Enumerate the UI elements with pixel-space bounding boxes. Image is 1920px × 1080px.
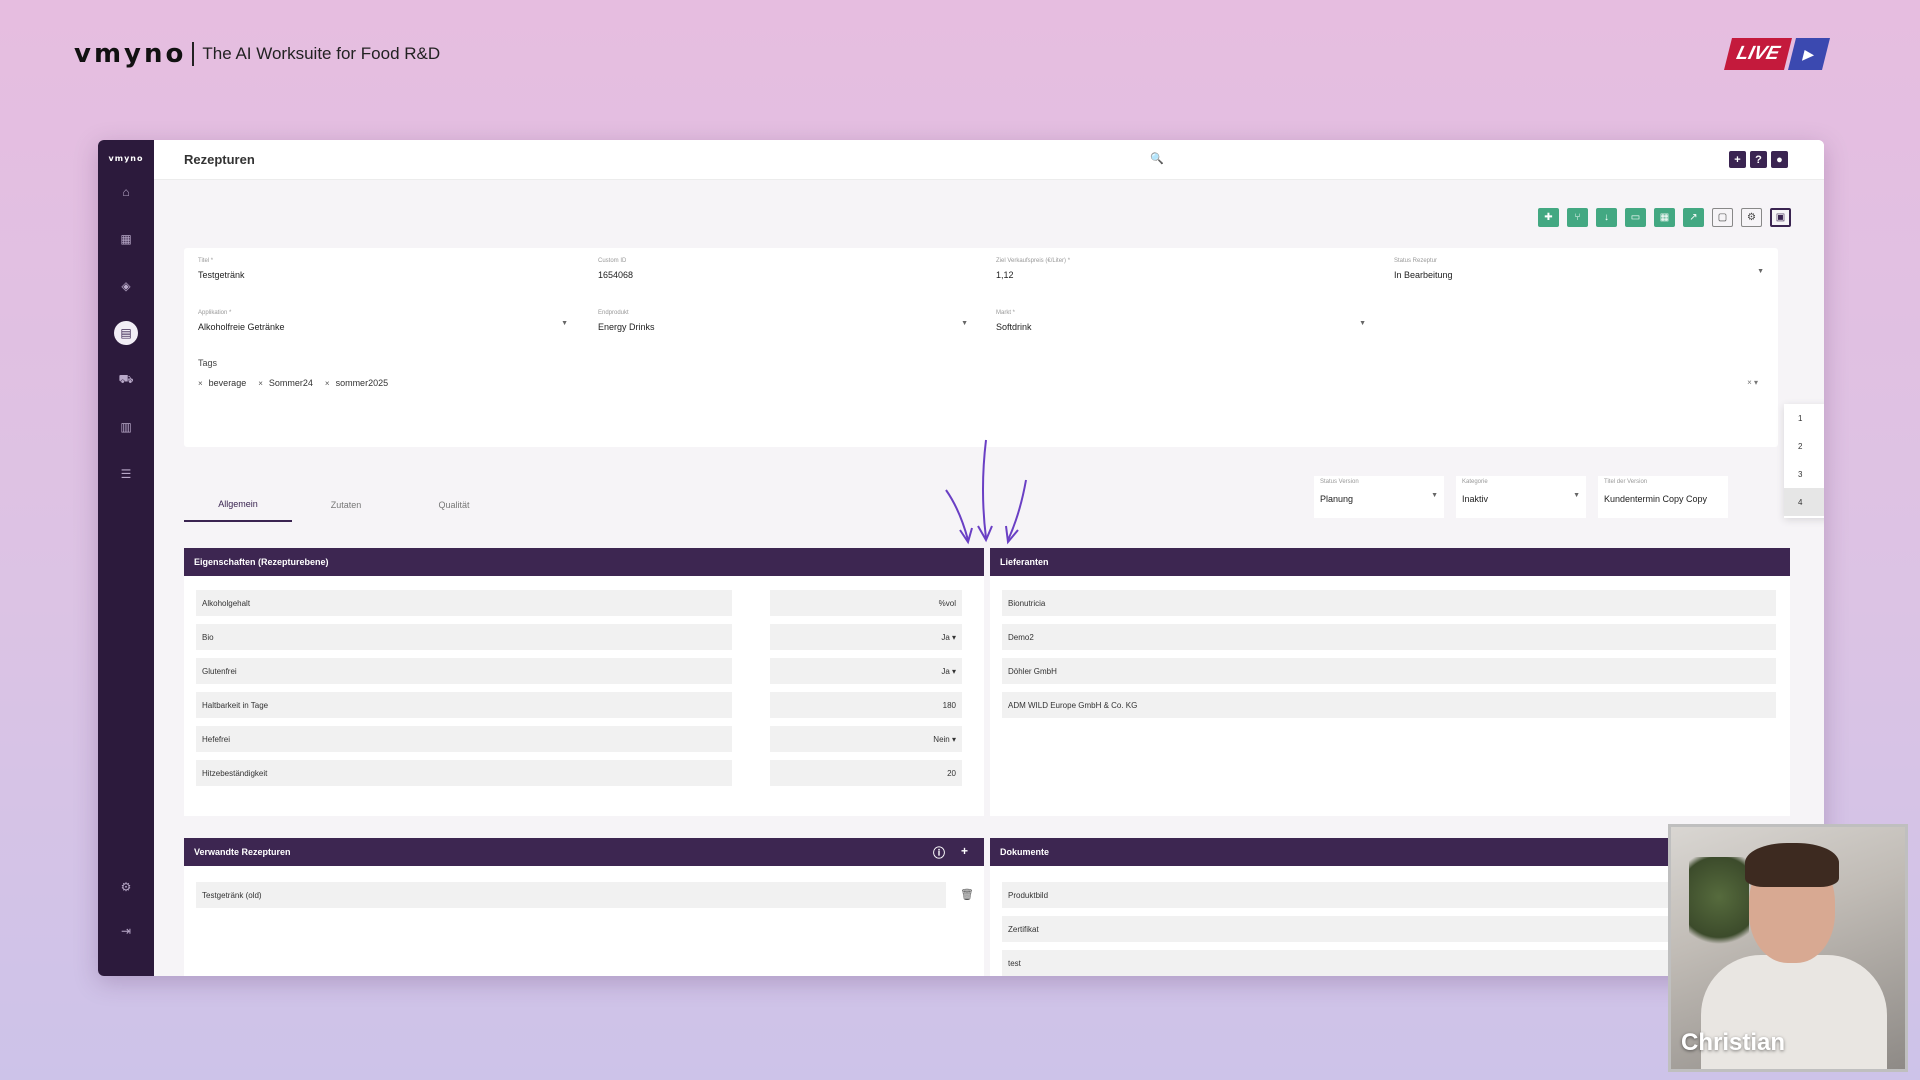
- presenter-hair: [1745, 843, 1839, 887]
- chevron-down-icon: ▼: [1359, 320, 1366, 327]
- add-icon[interactable]: +: [961, 844, 968, 861]
- download-icon[interactable]: ↓: [1596, 208, 1617, 227]
- page-title: Rezepturen: [184, 152, 255, 167]
- top-actions: + ? ●: [1729, 151, 1788, 168]
- chevron-down-icon: ▼: [1757, 268, 1764, 275]
- play-icon: ▶: [1788, 38, 1830, 70]
- layers-icon[interactable]: ◈: [114, 274, 138, 298]
- related-recipes-header: Verwandte Rezepturen ⓘ +: [184, 838, 984, 866]
- brand-header: vmyno The AI Worksuite for Food R&D: [74, 39, 441, 69]
- related-recipes-title: Verwandte Rezepturen: [194, 847, 291, 857]
- chevron-down-icon: ▼: [561, 320, 568, 327]
- supplier-item[interactable]: ADM WILD Europe GmbH & Co. KG: [1002, 692, 1776, 718]
- plant-decoration: [1689, 857, 1749, 957]
- live-badge: LIVE ▶: [1724, 38, 1830, 70]
- document-icon[interactable]: ▭: [1625, 208, 1646, 227]
- supplier-item[interactable]: Bionutricia: [1002, 590, 1776, 616]
- suppliers-panel: Lieferanten Bionutricia Demo2 Döhler Gmb…: [990, 548, 1790, 816]
- ai-add-icon[interactable]: ✚: [1538, 208, 1559, 227]
- app-window: vmyno ⌂ ▦ ◈ ▤ ⛟ ▥ ☰ ⚙ ⇥ Rezepturen 🔍 + ?…: [98, 140, 1824, 976]
- recipe-tabs: Allgemein Zutaten Qualität: [184, 488, 508, 522]
- search-list-icon[interactable]: ☰: [114, 462, 138, 486]
- help-button[interactable]: ?: [1750, 151, 1767, 168]
- chevron-down-icon: ▼: [1431, 492, 1438, 499]
- sidebar-logo: vmyno: [108, 154, 144, 163]
- version-fields: Status Version Planung ▼ Kategorie Inakt…: [1314, 476, 1728, 518]
- home-icon[interactable]: ⌂: [114, 180, 138, 204]
- document-item[interactable]: Produktbild: [1002, 882, 1776, 908]
- title-field[interactable]: Titel * Testgetränk: [184, 252, 580, 288]
- custom-id-field[interactable]: Custom ID 1654068: [584, 252, 980, 288]
- main-content: Rezepturen 🔍 + ? ● ✚ ⑂ ↓ ▭ ▦ ↗ ▢ ⚙ ▣ Tit…: [154, 140, 1824, 976]
- version-dropdown: 1 2 3 4: [1784, 404, 1824, 518]
- remove-tag-icon[interactable]: ×: [198, 379, 203, 388]
- document-item[interactable]: Zertifikat: [1002, 916, 1776, 942]
- suppliers-panel-title: Lieferanten: [990, 548, 1790, 576]
- chevron-down-icon: ▼: [961, 320, 968, 327]
- clear-tags-icon[interactable]: × ▾: [1747, 378, 1758, 387]
- supplier-item[interactable]: Döhler GmbH: [1002, 658, 1776, 684]
- tag-chip[interactable]: × Sommer24: [258, 378, 313, 388]
- save-icon[interactable]: ▣: [1770, 208, 1791, 227]
- version-option[interactable]: 4: [1784, 488, 1824, 516]
- settings-icon[interactable]: ⚙: [114, 875, 138, 899]
- status-select[interactable]: Status Rezeptur In Bearbeitung ▼: [1380, 252, 1776, 288]
- presenter-name: Christian: [1681, 1029, 1786, 1056]
- export-icon[interactable]: ↗: [1683, 208, 1704, 227]
- price-field[interactable]: Ziel Verkaufspreis (€/Liter) * 1,12: [982, 252, 1378, 288]
- top-bar: Rezepturen 🔍 + ? ●: [154, 140, 1824, 180]
- brand-tagline: The AI Worksuite for Food R&D: [202, 44, 441, 63]
- version-option[interactable]: 1: [1784, 404, 1824, 432]
- live-label: LIVE: [1724, 38, 1792, 70]
- calendar-icon[interactable]: ▢: [1712, 208, 1733, 227]
- version-status-select[interactable]: Status Version Planung ▼: [1314, 476, 1444, 518]
- properties-panel: Eigenschaften (Rezepturebene) Alkoholgeh…: [184, 548, 984, 816]
- remove-tag-icon[interactable]: ×: [325, 379, 330, 388]
- tab-qualitaet[interactable]: Qualität: [400, 488, 508, 522]
- recipe-icon[interactable]: ▤: [114, 321, 138, 345]
- tree-icon[interactable]: ⑂: [1567, 208, 1588, 227]
- version-option[interactable]: 2: [1784, 432, 1824, 460]
- related-recipe-item[interactable]: Testgetränk (old): [196, 882, 946, 908]
- grid-icon[interactable]: ▦: [114, 227, 138, 251]
- tags-label: Tags: [198, 358, 218, 368]
- truck-icon[interactable]: ⛟: [114, 368, 138, 392]
- remove-tag-icon[interactable]: ×: [258, 379, 263, 388]
- annotation-arrows: [945, 439, 1027, 545]
- end-product-select[interactable]: Endprodukt Energy Drinks ▼: [584, 304, 980, 340]
- table-icon[interactable]: ▦: [1654, 208, 1675, 227]
- tab-allgemein[interactable]: Allgemein: [184, 488, 292, 522]
- webcam-overlay: Christian: [1668, 824, 1908, 1072]
- recipe-toolbar: ✚ ⑂ ↓ ▭ ▦ ↗ ▢ ⚙ ▣: [1538, 208, 1791, 227]
- supplier-item[interactable]: Demo2: [1002, 624, 1776, 650]
- trash-icon[interactable]: 🗑: [960, 888, 974, 901]
- tag-chip[interactable]: × beverage: [198, 378, 246, 388]
- vmyno-logo: vmyno: [74, 39, 187, 69]
- tab-zutaten[interactable]: Zutaten: [292, 488, 400, 522]
- chevron-down-icon: ▼: [1573, 492, 1580, 499]
- recipe-form: Titel * Testgetränk Custom ID 1654068 Zi…: [184, 248, 1778, 447]
- application-select[interactable]: Applikation * Alkoholfreie Getränke ▼: [184, 304, 580, 340]
- tag-chip[interactable]: × sommer2025: [325, 378, 388, 388]
- version-option[interactable]: 3: [1784, 460, 1824, 488]
- document-item[interactable]: test: [1002, 950, 1776, 976]
- info-icon[interactable]: ⓘ: [933, 844, 945, 861]
- category-select[interactable]: Kategorie Inaktiv ▼: [1456, 476, 1586, 518]
- settings-icon[interactable]: ⚙: [1741, 208, 1762, 227]
- brand-divider: [192, 42, 195, 66]
- tags-input[interactable]: × beverage × Sommer24 × sommer2025: [198, 378, 388, 388]
- add-button[interactable]: +: [1729, 151, 1746, 168]
- book-icon[interactable]: ▥: [114, 415, 138, 439]
- version-title-field[interactable]: Titel der Version Kundentermin Copy Copy: [1598, 476, 1728, 518]
- sidebar: vmyno ⌂ ▦ ◈ ▤ ⛟ ▥ ☰ ⚙ ⇥: [98, 140, 154, 976]
- related-recipes-panel: Verwandte Rezepturen ⓘ + Testgetränk (ol…: [184, 838, 984, 976]
- search-icon[interactable]: 🔍: [1150, 152, 1164, 165]
- properties-panel-title: Eigenschaften (Rezepturebene): [184, 548, 984, 576]
- user-icon[interactable]: ●: [1771, 151, 1788, 168]
- market-select[interactable]: Markt * Softdrink ▼: [982, 304, 1378, 340]
- logout-icon[interactable]: ⇥: [114, 919, 138, 943]
